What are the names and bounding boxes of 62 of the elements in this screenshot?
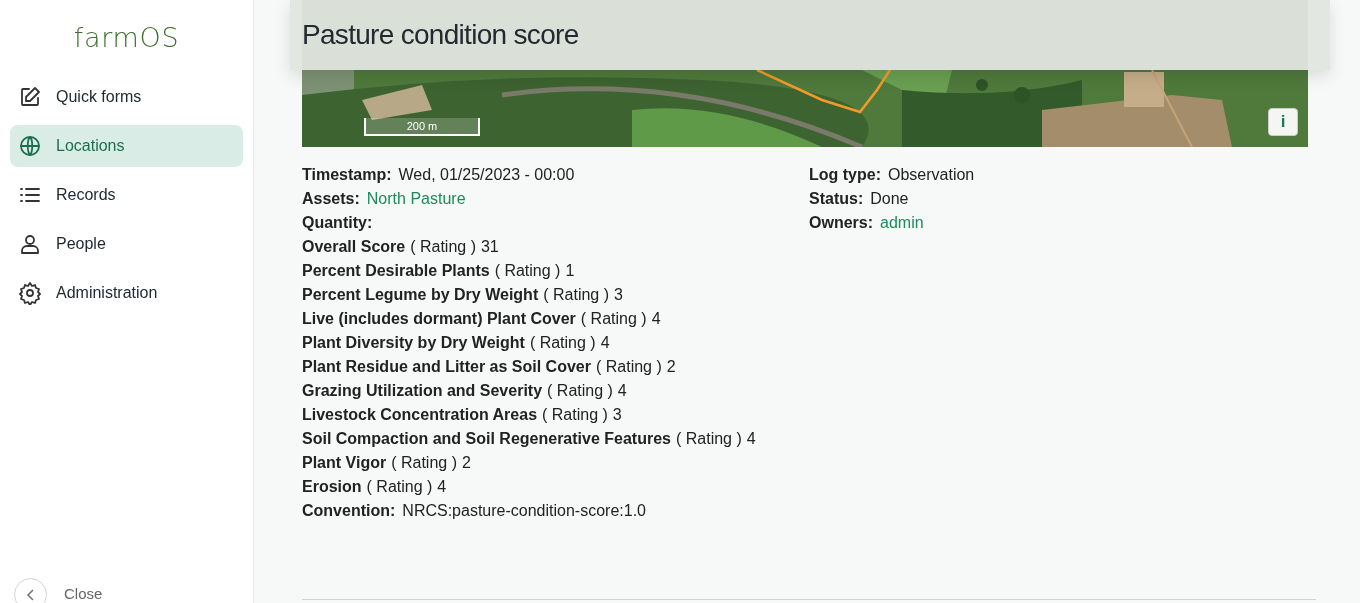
logo: farmOS: [73, 20, 180, 55]
rating-value: 4: [651, 309, 661, 329]
rating-value: 2: [461, 453, 471, 473]
person-icon: [18, 232, 42, 256]
rating-value: 1: [565, 261, 575, 281]
rating-label: Grazing Utilization and Severity: [302, 381, 543, 401]
info-button[interactable]: i: [1268, 108, 1298, 136]
rating-value: 2: [666, 357, 676, 377]
field-label: Status:: [809, 189, 864, 209]
close-label[interactable]: Close: [64, 583, 103, 603]
field-value: Done: [870, 189, 909, 209]
page-title: Pasture condition score: [302, 18, 579, 52]
rating-value: 4: [746, 429, 756, 449]
rating-unit: ( Rating ): [391, 453, 457, 473]
rating-unit: ( Rating ): [366, 477, 433, 497]
rating-label: Plant Vigor: [302, 453, 387, 473]
gear-icon: [18, 281, 42, 305]
rating-label: Percent Legume by Dry Weight: [302, 285, 539, 305]
scale-bar: 200 m: [364, 118, 480, 136]
field-label: Assets:: [302, 189, 360, 209]
rating-value: 3: [614, 285, 623, 305]
rating-unit: ( Rating ): [543, 285, 609, 305]
rating-value: 4: [437, 477, 447, 497]
rating-label: Overall Score: [302, 237, 406, 257]
field-value: Observation: [888, 165, 975, 185]
rating-unit: ( Rating ): [676, 429, 742, 449]
rating-unit: ( Rating ): [494, 261, 561, 281]
sidebar-item[interactable]: Records: [10, 174, 243, 216]
edit-icon: [18, 85, 42, 109]
rating-label: Livestock Concentration Areas: [302, 405, 538, 425]
rating-value: 31: [480, 237, 499, 257]
field-label: Quantity:: [302, 213, 373, 233]
rating-label: Erosion: [302, 477, 362, 497]
chevron-left-icon: [25, 588, 36, 601]
rating-value: 4: [600, 333, 610, 353]
sidebar-item[interactable]: Quick forms: [10, 76, 243, 118]
rating-label: Soil Compaction and Soil Regenerative Features: [302, 429, 671, 449]
sidebar-item[interactable]: People: [10, 223, 243, 265]
field-label: Owners:: [809, 213, 873, 233]
rating-label: Live (includes dormant) Plant Cover: [302, 309, 576, 329]
rating-unit: ( Rating ): [410, 237, 476, 257]
rating-value: 3: [612, 405, 622, 425]
rating-unit: ( Rating ): [547, 381, 613, 401]
sidebar-item[interactable]: Administration: [10, 272, 243, 314]
close-button[interactable]: [14, 578, 47, 603]
globe-icon: [18, 134, 42, 158]
field-link[interactable]: North Pasture: [366, 187, 466, 211]
rating-label: Plant Residue and Litter as Soil Cover: [302, 357, 591, 377]
rating-unit: ( Rating ): [595, 357, 662, 377]
sidebar-item[interactable]: Locations: [10, 125, 243, 167]
field-link[interactable]: admin: [880, 211, 924, 235]
rating-unit: ( Rating ): [580, 309, 647, 329]
field-label: Log type:: [809, 165, 881, 185]
field-value: NRCS:pasture-condition-score:1.0: [402, 501, 646, 521]
rating-value: 4: [617, 381, 627, 401]
field-label: Timestamp:: [302, 165, 392, 185]
field-value: Wed, 01/25/2023 - 00:00: [398, 165, 575, 185]
rating-unit: ( Rating ): [529, 333, 596, 353]
field-label: Convention:: [302, 501, 396, 521]
rating-unit: ( Rating ): [542, 405, 608, 425]
rating-label: Plant Diversity by Dry Weight: [302, 333, 525, 353]
rating-label: Percent Desirable Plants: [302, 261, 490, 281]
